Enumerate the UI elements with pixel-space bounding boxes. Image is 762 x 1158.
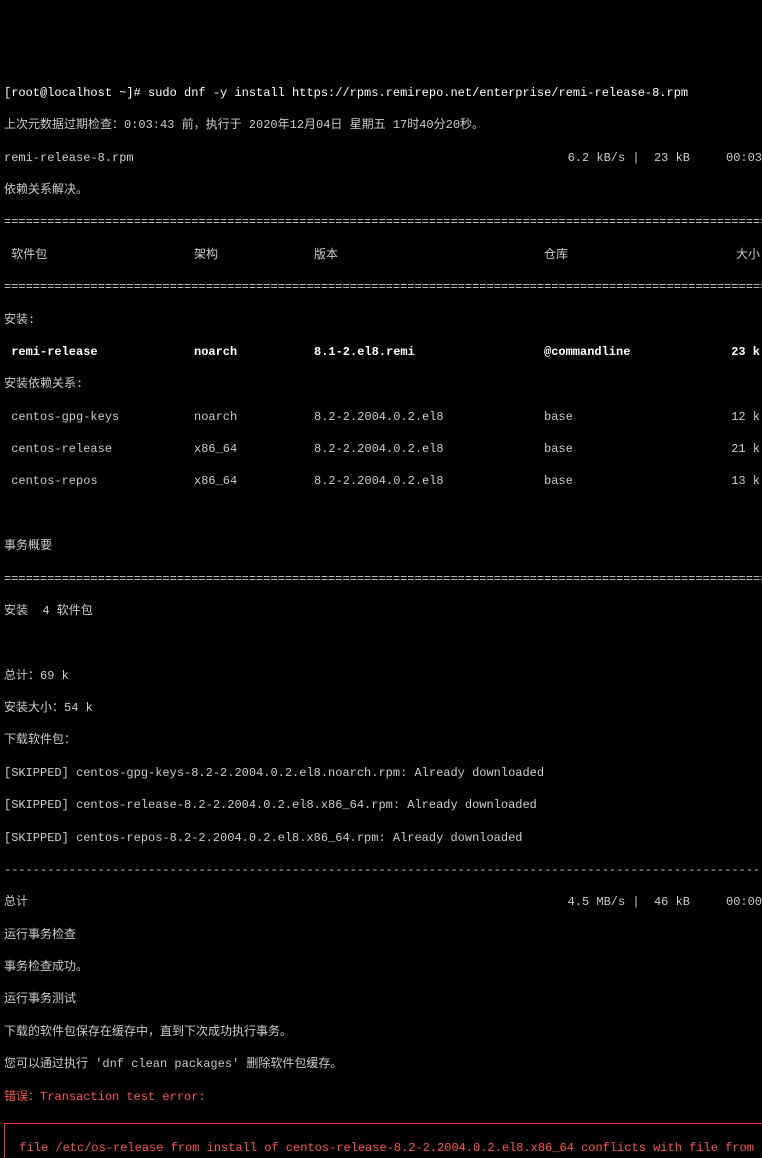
table-header: 软件包架构版本仓库大小	[4, 247, 762, 263]
separator: ========================================…	[4, 279, 762, 295]
separator: ========================================…	[4, 214, 762, 230]
skipped-line: [SKIPPED] centos-gpg-keys-8.2-2.2004.0.2…	[4, 765, 762, 781]
error-label: 错误：	[4, 1090, 40, 1104]
transaction-summary-label: 事务概要	[4, 538, 762, 554]
total-download-line: 总计：69 k	[4, 668, 762, 684]
deps-resolved-line: 依赖关系解决。	[4, 182, 762, 198]
skipped-line: [SKIPPED] centos-repos-8.2-2.2004.0.2.el…	[4, 830, 762, 846]
col-version: 版本	[314, 247, 544, 263]
metadata-line: 上次元数据过期检查：0:03:43 前，执行于 2020年12月04日 星期五 …	[4, 117, 762, 133]
terminal-output: [root@localhost ~]# sudo dnf -y install …	[4, 69, 762, 1158]
skipped-line: [SKIPPED] centos-release-8.2-2.2004.0.2.…	[4, 797, 762, 813]
trans-check-ok-line: 事务检查成功。	[4, 959, 762, 975]
download-packages-label: 下载软件包：	[4, 732, 762, 748]
blank-line	[4, 635, 762, 651]
separator-dash: ----------------------------------------…	[4, 862, 762, 878]
install-count-line: 安装 4 软件包	[4, 603, 762, 619]
col-size: 大小	[684, 247, 762, 263]
clean-hint-line: 您可以通过执行 'dnf clean packages' 删除软件包缓存。	[4, 1056, 762, 1072]
download-progress-line: remi-release-8.rpm6.2 kB/s | 23 kB 00:03	[4, 150, 762, 166]
table-row: centos-gpg-keysnoarch8.2-2.2004.0.2.el8b…	[4, 409, 762, 425]
cache-info-line: 下载的软件包保存在缓存中，直到下次成功执行事务。	[4, 1024, 762, 1040]
col-arch: 架构	[194, 247, 314, 263]
table-row: remi-releasenoarch8.1-2.el8.remi@command…	[4, 344, 762, 360]
trans-test-line: 运行事务测试	[4, 991, 762, 1007]
error-box: file /etc/os-release from install of cen…	[4, 1123, 762, 1158]
error-line: 错误：Transaction test error:	[4, 1089, 762, 1105]
shell-prompt-line: [root@localhost ~]# sudo dnf -y install …	[4, 85, 762, 101]
table-row: centos-reposx86_648.2-2.2004.0.2.el8base…	[4, 473, 762, 489]
error-detail: file /etc/os-release from install of cen…	[5, 1140, 762, 1156]
total-stats-line: 总计4.5 MB/s | 46 kB 00:00	[4, 894, 762, 910]
download-file-name: remi-release-8.rpm	[4, 150, 134, 166]
total-stats: 4.5 MB/s | 46 kB 00:00	[28, 894, 762, 910]
col-package: 软件包	[4, 247, 194, 263]
trans-check-line: 运行事务检查	[4, 927, 762, 943]
table-row: centos-releasex86_648.2-2.2004.0.2.el8ba…	[4, 441, 762, 457]
blank-line	[4, 506, 762, 522]
total-label: 总计	[4, 894, 28, 910]
install-size-line: 安装大小：54 k	[4, 700, 762, 716]
install-deps-section-label: 安装依赖关系:	[4, 376, 762, 392]
col-repo: 仓库	[544, 247, 684, 263]
download-stats: 6.2 kB/s | 23 kB 00:03	[134, 150, 762, 166]
error-msg: Transaction test error:	[40, 1090, 206, 1104]
install-section-label: 安装:	[4, 312, 762, 328]
